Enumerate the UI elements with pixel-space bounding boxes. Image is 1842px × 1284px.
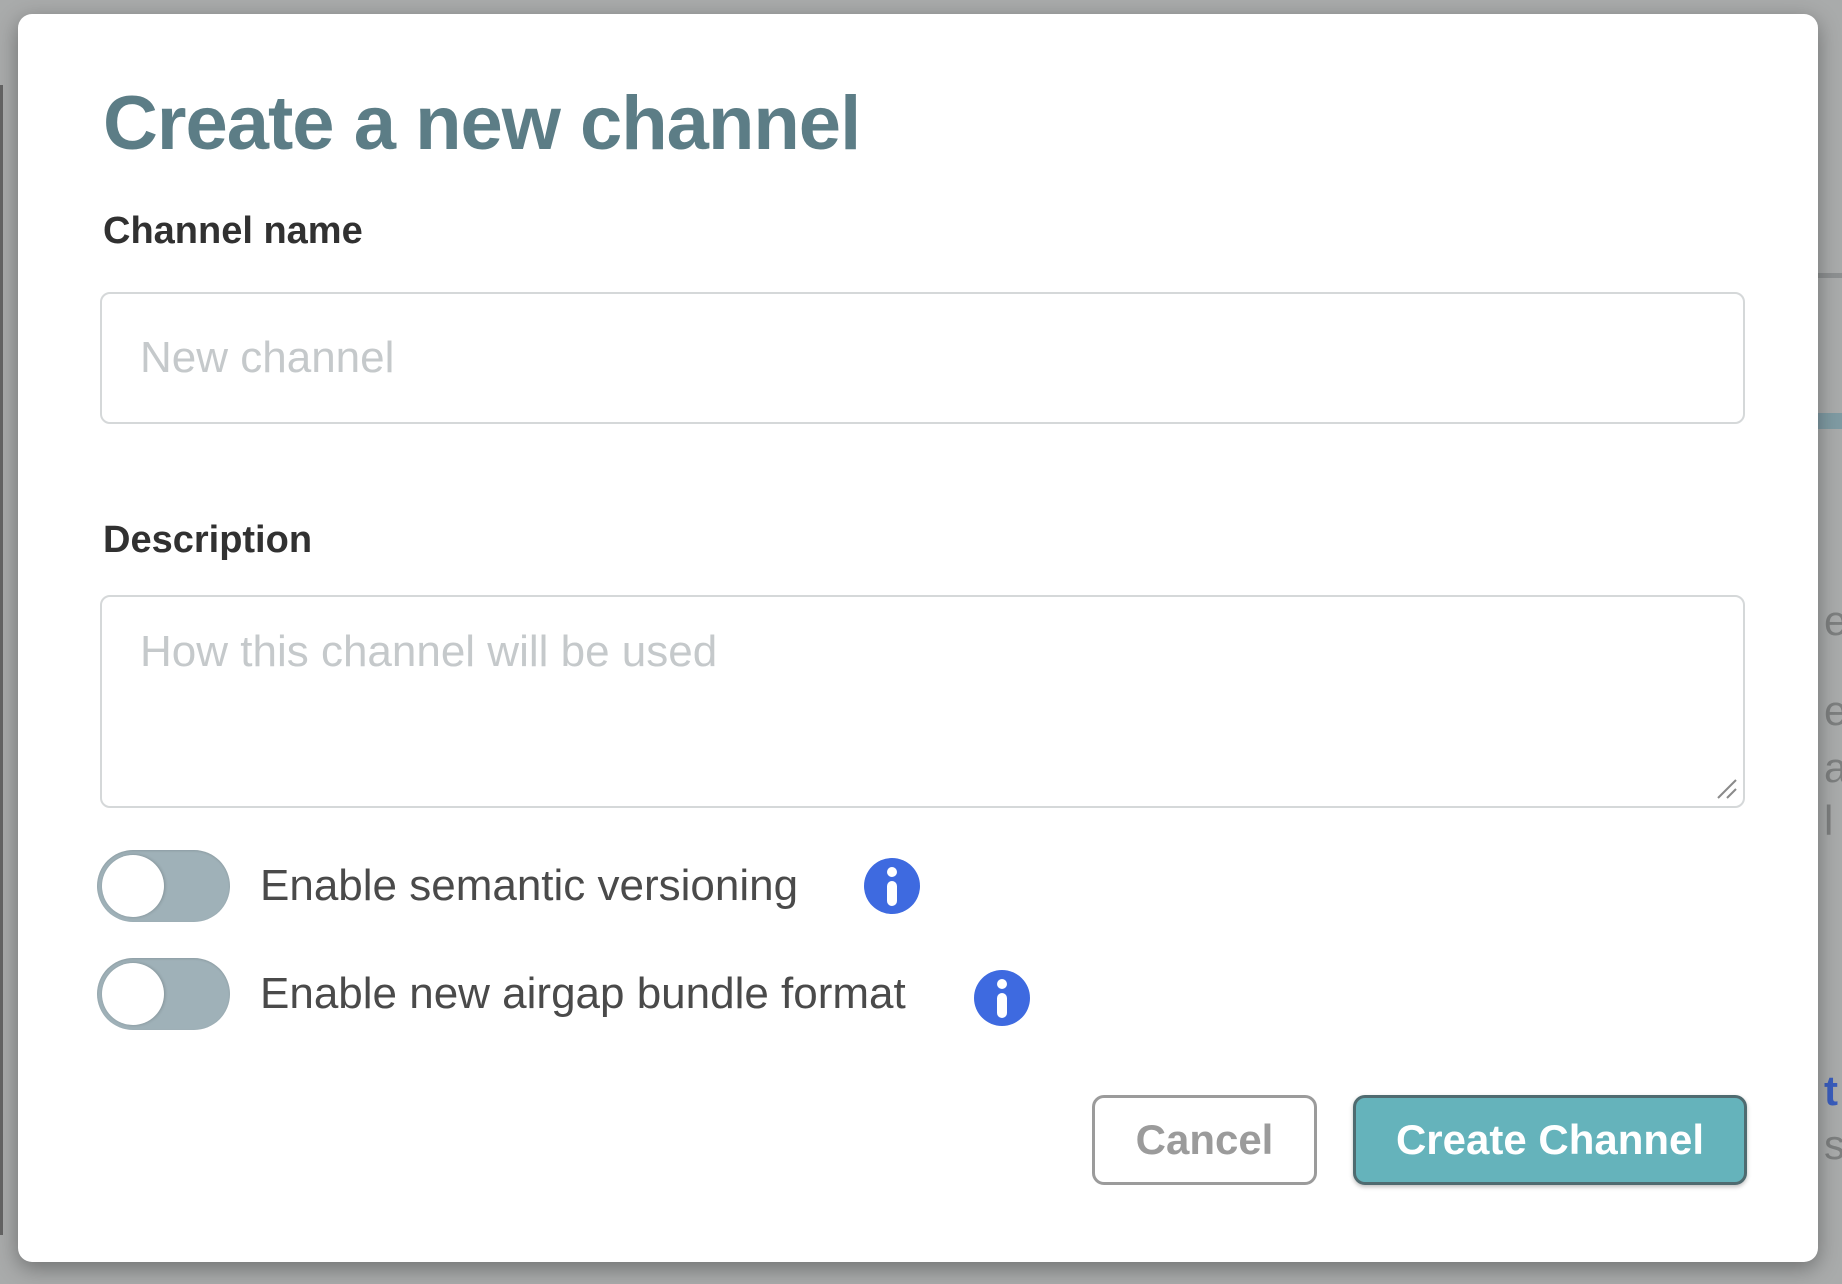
create-channel-modal: Create a new channel Channel name Descri… [18, 14, 1818, 1262]
semantic-versioning-toggle[interactable] [97, 850, 230, 922]
description-textarea[interactable] [100, 595, 1745, 808]
airgap-bundle-label: Enable new airgap bundle format [260, 958, 906, 1030]
info-icon[interactable] [864, 858, 920, 914]
toggle-knob [102, 963, 164, 1025]
background-clipped-text: l [1824, 800, 1842, 842]
info-icon[interactable] [974, 970, 1030, 1026]
cancel-button[interactable]: Cancel [1092, 1095, 1317, 1185]
info-icon-dot [887, 867, 897, 877]
background-clipped-text: e [1824, 690, 1842, 732]
info-icon-stem [997, 993, 1007, 1018]
channel-name-label: Channel name [103, 210, 363, 254]
channel-name-input[interactable] [100, 292, 1745, 424]
modal-title: Create a new channel [103, 76, 860, 171]
semantic-versioning-label: Enable semantic versioning [260, 850, 798, 922]
background-teal-element [1818, 413, 1842, 429]
background-clipped-text: e [1824, 600, 1842, 642]
background-left-edge [0, 85, 3, 1235]
toggle-knob [102, 855, 164, 917]
background-clipped-text: s [1824, 1124, 1842, 1166]
screen: e e a l t s Create a new channel Channel… [0, 0, 1842, 1284]
background-divider-line [1818, 273, 1842, 278]
background-clipped-link: t [1824, 1070, 1842, 1112]
info-icon-dot [997, 979, 1007, 989]
description-label: Description [103, 519, 312, 563]
background-clipped-text: a [1824, 747, 1842, 789]
create-channel-button[interactable]: Create Channel [1353, 1095, 1747, 1185]
info-icon-stem [887, 881, 897, 906]
airgap-bundle-toggle[interactable] [97, 958, 230, 1030]
